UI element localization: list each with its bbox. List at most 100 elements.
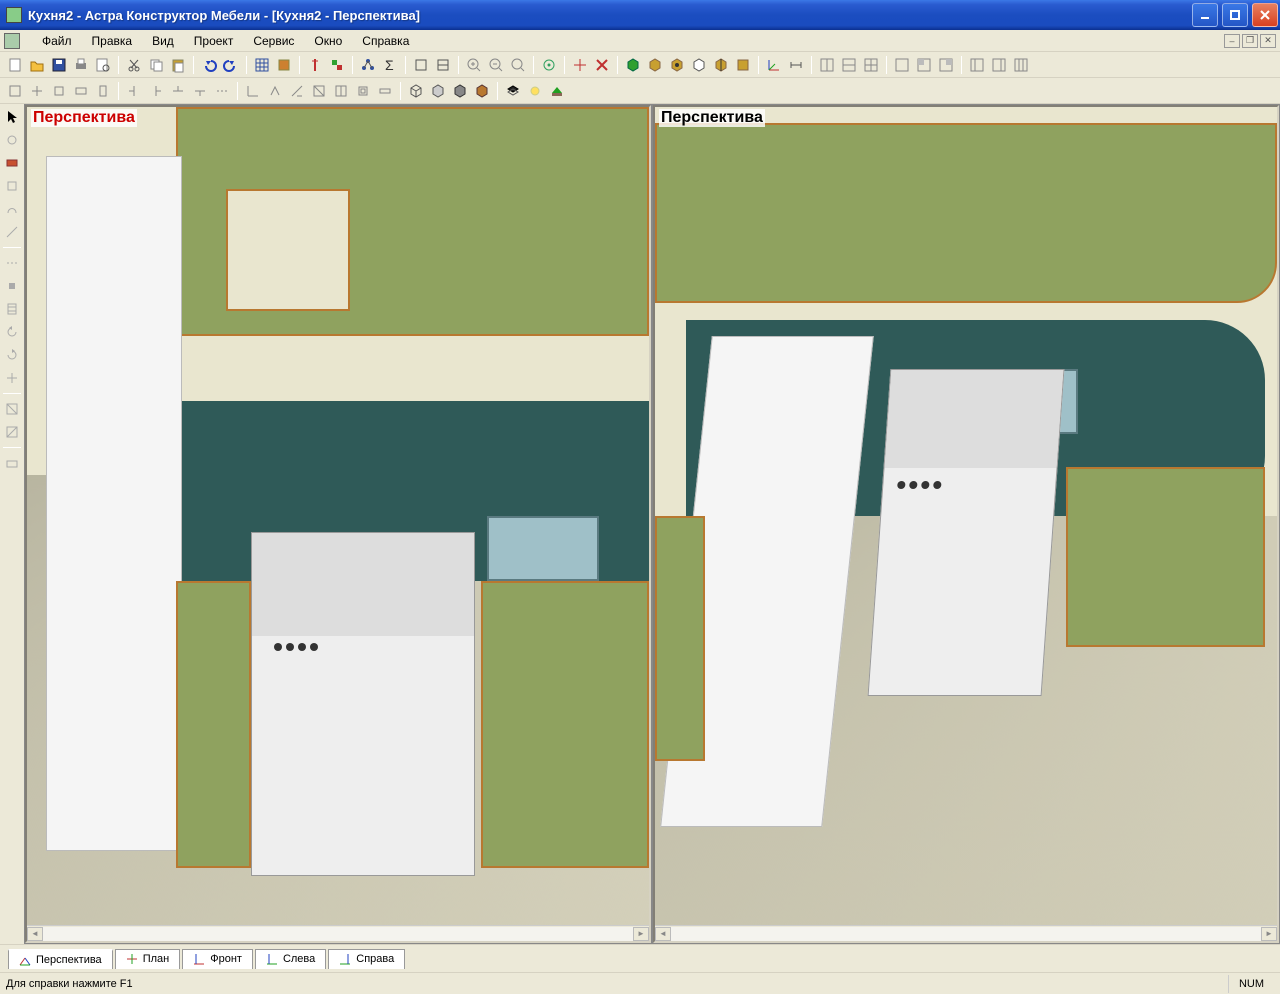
cube5-icon[interactable] [711,55,731,75]
grid-icon[interactable] [252,55,272,75]
v-icon-4[interactable] [2,176,22,196]
menu-file[interactable]: Файл [32,32,82,50]
t2-icon-13[interactable] [287,81,307,101]
cube-render-icon[interactable] [406,81,426,101]
box2-icon[interactable] [433,55,453,75]
preview-icon[interactable] [93,55,113,75]
v-icon-12[interactable] [2,368,22,388]
t2-icon-9[interactable] [190,81,210,101]
menu-view[interactable]: Вид [142,32,184,50]
target-icon[interactable] [570,55,590,75]
tab-left[interactable]: Слева [255,949,326,969]
viewport-left-canvas[interactable] [27,107,649,925]
v-icon-15[interactable] [2,453,22,473]
xred-icon[interactable] [592,55,612,75]
layout1-icon[interactable] [817,55,837,75]
menu-window[interactable]: Окно [304,32,352,50]
screw-icon[interactable] [305,55,325,75]
viewport-right[interactable]: Перспектива ◄ [653,105,1279,943]
save-icon[interactable] [49,55,69,75]
tab-plan[interactable]: План [115,949,181,969]
zoom-out-icon[interactable] [486,55,506,75]
filter-icon[interactable] [274,55,294,75]
cut-icon[interactable] [124,55,144,75]
rotate-ccw-icon[interactable] [2,322,22,342]
v-icon-13[interactable] [2,399,22,419]
rotate-cw-icon[interactable] [2,345,22,365]
light-icon[interactable] [525,81,545,101]
layout6-icon[interactable] [936,55,956,75]
cube1-icon[interactable] [623,55,643,75]
cube-wire-icon[interactable] [428,81,448,101]
snap-icon[interactable] [539,55,559,75]
t2-icon-15[interactable] [331,81,351,101]
paste-icon[interactable] [168,55,188,75]
mdi-restore-button[interactable]: ❐ [1242,34,1258,48]
t2-icon-14[interactable] [309,81,329,101]
cube3-icon[interactable] [667,55,687,75]
menu-service[interactable]: Сервис [243,32,304,50]
v-icon-14[interactable] [2,422,22,442]
parts-icon[interactable] [327,55,347,75]
tab-front[interactable]: Фронт [182,949,253,969]
v-icon-9[interactable] [2,299,22,319]
v-icon-5[interactable] [2,199,22,219]
v-icon-6[interactable] [2,222,22,242]
v-icon-8[interactable] [2,276,22,296]
layout4-icon[interactable] [892,55,912,75]
v-icon-2[interactable] [2,130,22,150]
tab-right[interactable]: Справа [328,949,405,969]
ground-icon[interactable] [547,81,567,101]
t2-icon-4[interactable] [71,81,91,101]
mdi-close-button[interactable]: ✕ [1260,34,1276,48]
t2-icon-10[interactable] [212,81,232,101]
t2-icon-2[interactable] [27,81,47,101]
t2-icon-11[interactable] [243,81,263,101]
scroll-left-arrow-icon[interactable]: ◄ [655,927,671,941]
tab-perspective[interactable]: Перспектива [8,949,113,969]
layout5-icon[interactable] [914,55,934,75]
cube2-icon[interactable] [645,55,665,75]
sum-icon[interactable]: Σ [380,55,400,75]
open-icon[interactable] [27,55,47,75]
t2-icon-6[interactable] [124,81,144,101]
viewport-left-hscroll[interactable]: ◄ ► [27,925,649,941]
cube-solid-icon[interactable] [450,81,470,101]
mdi-minimize-button[interactable]: ‒ [1224,34,1240,48]
v-icon-7[interactable] [2,253,22,273]
t2-icon-3[interactable] [49,81,69,101]
v-icon-3[interactable] [2,153,22,173]
viewport-left[interactable]: Перспектива ◄ [25,105,651,943]
viewport-right-hscroll[interactable]: ◄ ► [655,925,1277,941]
scroll-track[interactable] [671,927,1261,941]
scroll-right-arrow-icon[interactable]: ► [633,927,649,941]
viewport-right-canvas[interactable] [655,107,1277,925]
zoom-in-icon[interactable] [464,55,484,75]
maximize-button[interactable] [1222,3,1248,27]
cube6-icon[interactable] [733,55,753,75]
layout8-icon[interactable] [989,55,1009,75]
t2-icon-8[interactable] [168,81,188,101]
menu-help[interactable]: Справка [352,32,419,50]
mdi-icon[interactable] [4,33,20,49]
layout2-icon[interactable] [839,55,859,75]
t2-icon-16[interactable] [353,81,373,101]
copy-icon[interactable] [146,55,166,75]
cube4-icon[interactable] [689,55,709,75]
menu-project[interactable]: Проект [184,32,244,50]
layout3-icon[interactable] [861,55,881,75]
undo-icon[interactable] [199,55,219,75]
layout9-icon[interactable] [1011,55,1031,75]
t2-icon-12[interactable] [265,81,285,101]
redo-icon[interactable] [221,55,241,75]
cube-tex-icon[interactable] [472,81,492,101]
scroll-right-arrow-icon[interactable]: ► [1261,927,1277,941]
t2-icon-7[interactable] [146,81,166,101]
close-button[interactable] [1252,3,1278,27]
print-icon[interactable] [71,55,91,75]
layers-icon[interactable] [503,81,523,101]
measure-icon[interactable] [786,55,806,75]
scroll-left-arrow-icon[interactable]: ◄ [27,927,43,941]
new-icon[interactable] [5,55,25,75]
menu-edit[interactable]: Правка [82,32,143,50]
